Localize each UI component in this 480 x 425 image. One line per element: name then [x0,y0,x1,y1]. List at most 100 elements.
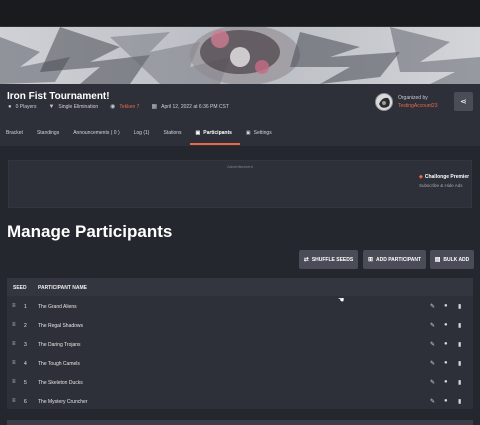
mouse-cursor-icon: ☚ [338,297,345,304]
tab-announcements[interactable]: Announcements ( 0 ) [67,123,127,145]
trash-icon[interactable]: ▮ [458,379,461,386]
bulk-add-button[interactable]: ▤ BULK ADD [430,250,474,269]
advertisement-panel: Advertisement ◆ Challonge Premier Subscri… [8,160,472,208]
row-participant-name: The Mystery Cruncher [38,399,88,405]
row-seed: 1 [24,304,27,310]
pencil-icon[interactable]: ✎ [430,398,435,405]
trash-icon[interactable]: ▮ [458,322,461,329]
participants-table: SEED PARTICIPANT NAME ≡ 1 The Grand Alie… [7,278,473,409]
add-participant-label: ADD PARTICIPANT [375,256,422,263]
subscribe-hide-ads-link[interactable]: Subscribe & Hide Ads [419,183,463,188]
pencil-icon[interactable]: ✎ [430,360,435,367]
eye-icon: ◉ [110,104,116,110]
tournament-date: ▦ April 12, 2022 at 6:36 PM CST [151,103,229,111]
bottom-advertisement-strip [7,420,473,425]
row-seed: 3 [24,342,27,348]
plus-square-icon: ⊞ [367,257,373,263]
drag-handle-icon[interactable]: ≡ [12,398,16,404]
row-participant-name: The Regal Shadows [38,323,84,329]
organizer-avatar[interactable] [375,93,393,111]
lock-icon: ▣ [195,130,201,136]
drag-handle-icon[interactable]: ≡ [12,379,16,385]
user-icon[interactable]: ● [444,398,448,404]
table-row: ≡ 3 The Daring Trojans ✎ ● ▮ [7,335,473,354]
organized-by-label: Organized by [398,95,428,101]
table-row: ≡ 6 The Mystery Cruncher ✎ ● ▮ [7,392,473,411]
row-seed: 2 [24,323,27,329]
file-icon: ▤ [434,257,441,263]
tournament-format: ▼ Single Elimination [48,104,98,110]
advertisement-label: Advertisement [227,164,253,169]
drag-handle-icon[interactable]: ≡ [12,341,16,347]
shuffle-seeds-label: SHUFFLE SEEDS [311,256,354,263]
pencil-icon[interactable]: ✎ [430,303,435,310]
tournament-date-text: April 12, 2022 at 6:36 PM CST [161,103,229,110]
game-link[interactable]: ◉ Tekken 7 [110,103,139,111]
row-seed: 5 [24,380,27,386]
lock-icon: ▣ [245,130,251,136]
tournament-tabs: Bracket Standings Announcements ( 0 ) Lo… [0,123,480,145]
user-icon[interactable]: ● [444,379,448,385]
premier-icon: ◆ [419,174,423,180]
row-participant-name: The Skeleton Ducks [38,380,83,386]
table-row: ≡ 2 The Regal Shadows ✎ ● ▮ [7,316,473,335]
row-participant-name: The Grand Aliens [38,304,77,310]
calendar-icon: ▦ [151,104,158,110]
page-title: Manage Participants [7,222,173,241]
user-icon[interactable]: ● [444,341,448,347]
tab-settings-label: Settings [253,130,272,136]
trash-icon[interactable]: ▮ [458,360,461,367]
organizer-avatar-image [376,94,392,110]
tournament-meta: ● 0 Players ▼ Single Elimination ◉ Tekke… [8,103,241,111]
name-column-header: PARTICIPANT NAME [38,285,87,291]
drag-handle-icon[interactable]: ≡ [12,360,16,366]
tab-settings[interactable]: ▣ Settings [240,123,280,145]
row-seed: 4 [24,361,27,367]
trash-icon[interactable]: ▮ [458,398,461,405]
trash-icon[interactable]: ▮ [458,303,461,310]
pencil-icon[interactable]: ✎ [430,322,435,329]
row-participant-name: The Tough Camels [38,361,80,367]
add-participant-button[interactable]: ⊞ ADD PARTICIPANT [363,250,426,269]
table-row: ≡ 1 The Grand Aliens ✎ ● ▮ [7,297,473,316]
tournament-title: Iron Fist Tournament! [7,91,110,102]
table-row: ≡ 4 The Tough Camels ✎ ● ▮ [7,354,473,373]
tab-stations[interactable]: Stations [157,123,189,145]
tab-standings[interactable]: Standings [31,123,67,145]
table-row: ≡ 5 The Skeleton Ducks ✎ ● ▮ [7,373,473,392]
banner-artwork [0,27,480,84]
row-seed: 6 [24,399,27,405]
trophy-icon: ▼ [48,103,55,110]
top-navigation-bar [0,0,480,27]
drag-handle-icon[interactable]: ≡ [12,303,16,309]
trash-icon[interactable]: ▮ [458,341,461,348]
drag-handle-icon[interactable]: ≡ [12,322,16,328]
organizer-name-link[interactable]: TestingAccount23 [398,103,437,109]
row-participant-name: The Daring Trojans [38,342,81,348]
game-link-text[interactable]: Tekken 7 [119,104,139,110]
pencil-icon[interactable]: ✎ [430,379,435,386]
pencil-icon[interactable]: ✎ [430,341,435,348]
seed-column-header: SEED [13,285,27,291]
bulk-add-label: BULK ADD [443,256,470,263]
players-count: ● 0 Players [8,104,36,110]
user-icon[interactable]: ● [444,303,448,309]
tab-participants[interactable]: ▣ Participants [189,123,241,145]
tournament-header: Iron Fist Tournament! ● 0 Players ▼ Sing… [0,84,480,146]
user-icon[interactable]: ● [444,360,448,366]
share-button[interactable]: ⋖ [454,92,473,111]
user-icon: ● [8,103,12,110]
tab-log[interactable]: Log (1) [128,123,158,145]
table-header: SEED PARTICIPANT NAME [7,278,473,296]
user-icon[interactable]: ● [444,322,448,328]
share-icon: ⋖ [460,97,467,106]
tournament-format-text: Single Elimination [58,103,99,110]
shuffle-seeds-button[interactable]: ⇄ SHUFFLE SEEDS [299,250,358,269]
challonge-premier-text: Challonge Premier [424,174,470,180]
shuffle-icon: ⇄ [303,257,309,263]
tab-participants-label: Participants [203,130,232,136]
players-count-text: 0 Players [15,103,37,110]
tournament-banner [0,27,480,84]
tab-bracket[interactable]: Bracket [0,123,31,145]
challonge-premier-link[interactable]: ◆ Challonge Premier [419,174,469,180]
